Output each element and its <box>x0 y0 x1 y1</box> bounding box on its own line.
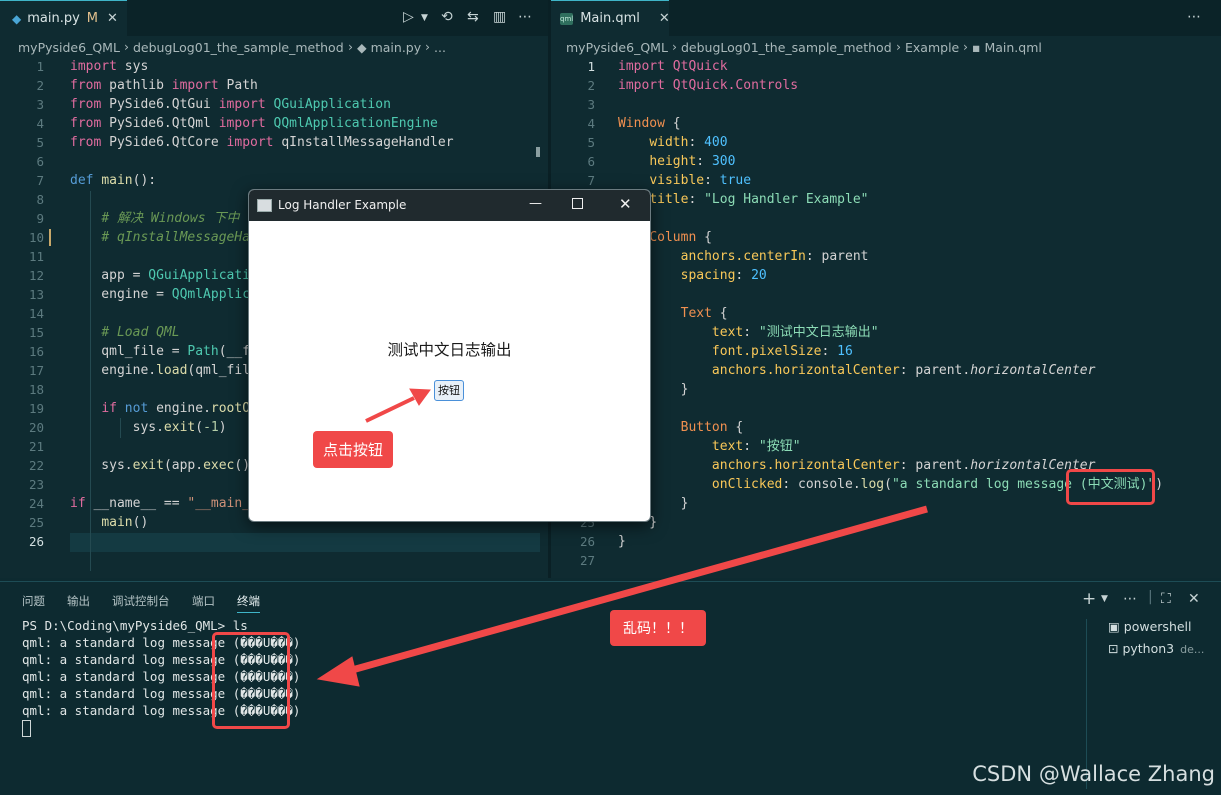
garbled-callout: 乱码！！！ <box>610 610 706 646</box>
click-button-callout: 点击按钮 <box>313 431 393 468</box>
arrow-to-terminal-head <box>316 656 360 687</box>
chinese-text-highlight <box>1066 469 1155 505</box>
annotation-overlay <box>316 388 928 687</box>
arrow-to-button <box>365 396 415 423</box>
watermark: CSDN @Wallace Zhang <box>972 762 1215 786</box>
arrow-to-terminal <box>344 505 928 676</box>
garbled-output-highlight <box>212 632 290 729</box>
